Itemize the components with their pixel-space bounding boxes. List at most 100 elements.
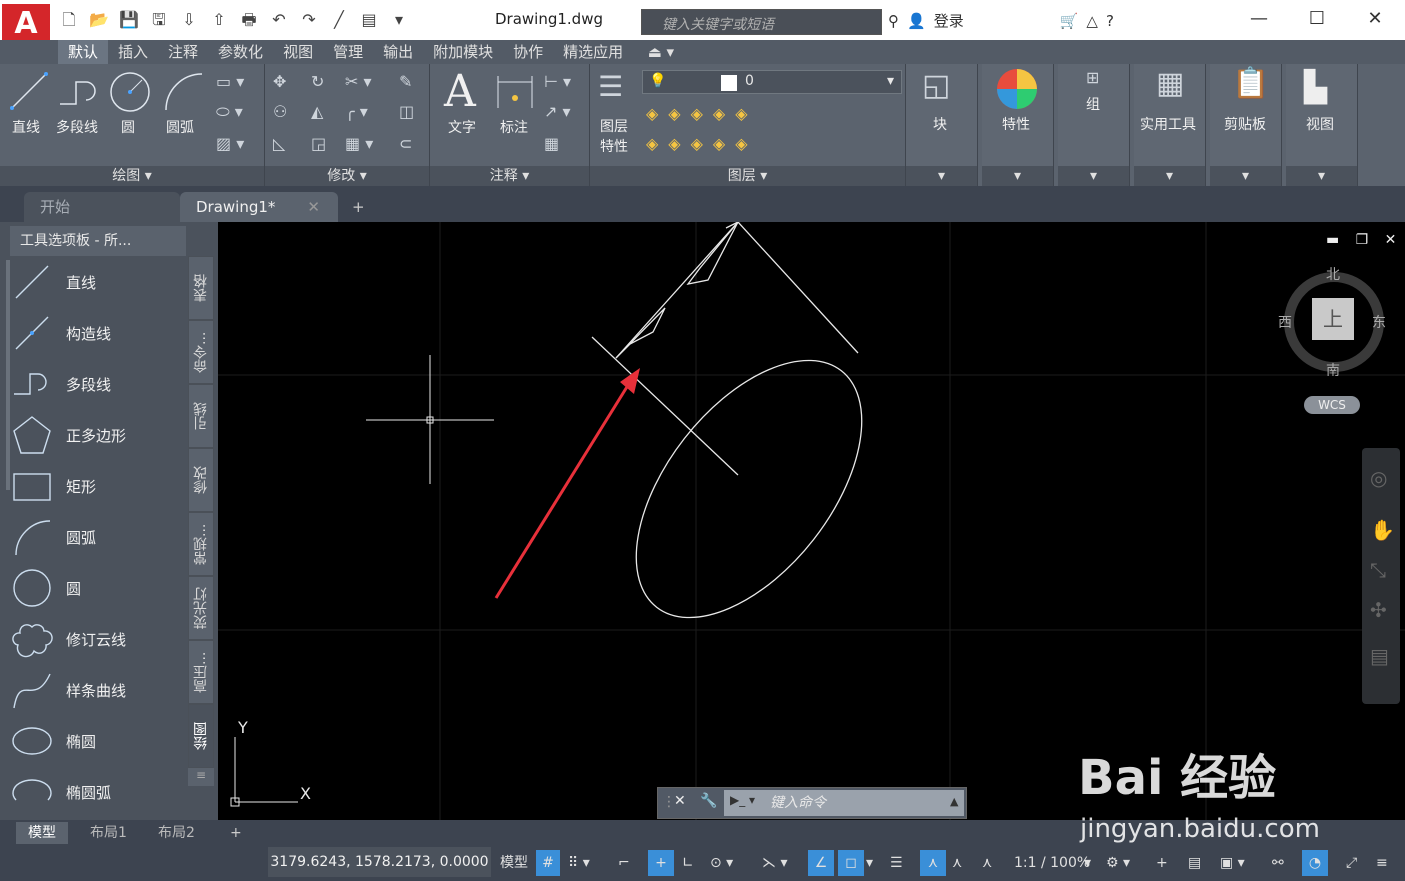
palette-tab-command[interactable]: 命令... xyxy=(188,320,214,384)
add-layout-button[interactable]: + xyxy=(218,822,254,844)
steering-wheel-icon[interactable]: ◎ xyxy=(1370,466,1387,490)
binoculars-icon[interactable]: ⚲ xyxy=(888,12,899,30)
text-tool-icon[interactable]: A xyxy=(444,66,476,117)
object-snap-tracking-icon[interactable]: ∠ xyxy=(808,850,834,876)
scale-icon[interactable]: ◲ xyxy=(311,134,326,153)
tab-parametric[interactable]: 参数化 xyxy=(208,40,273,64)
fillet-icon[interactable]: ╭ ▾ xyxy=(345,102,368,121)
annotation-scale-value[interactable]: 1:1 / 100% xyxy=(1014,850,1090,876)
login-link[interactable]: 登录 xyxy=(934,10,964,31)
save-as-icon[interactable]: 🖫 xyxy=(148,10,170,30)
palette-item-circle[interactable]: 圆 xyxy=(10,566,188,610)
arc-tool-label[interactable]: 圆弧 xyxy=(166,117,194,137)
palette-tab-draw[interactable]: 绘图 xyxy=(188,704,214,768)
polar-icon[interactable]: ⊙ ▾ xyxy=(710,850,733,876)
redo-icon[interactable]: ↷ xyxy=(298,10,320,30)
viewcube-south[interactable]: 南 xyxy=(1326,360,1340,380)
tab-start[interactable]: 开始 xyxy=(24,192,180,222)
offset-icon[interactable]: ⊂ xyxy=(399,134,412,153)
layer-dropdown[interactable]: 💡 0 ▾ xyxy=(642,70,902,94)
polyline-tool-label[interactable]: 多段线 xyxy=(56,117,98,137)
wrench-icon[interactable]: 🔧 xyxy=(700,793,717,809)
annotation-panel-footer[interactable]: 注释 ▾ xyxy=(430,166,589,186)
clipboard-panel[interactable]: 📋 剪贴板 ▾ xyxy=(1210,64,1282,186)
new-icon[interactable]: 🗋 xyxy=(58,10,80,30)
viewcube-top-face[interactable]: 上 xyxy=(1312,298,1354,340)
properties-panel[interactable]: 特性 ▾ xyxy=(982,64,1054,186)
quick-properties-icon[interactable]: ▤ xyxy=(1188,850,1201,876)
tab-model[interactable]: 模型 xyxy=(16,822,68,844)
hardware-acceleration-icon[interactable]: ▣ ▾ xyxy=(1220,850,1245,876)
palette-tab-general[interactable]: 常规... xyxy=(188,512,214,576)
trim-icon[interactable]: ✂ ▾ xyxy=(345,72,372,91)
viewcube-west[interactable]: 西 xyxy=(1278,312,1292,332)
dimension-tool-label[interactable]: 标注 xyxy=(500,117,528,137)
layers-panel-footer[interactable]: 图层 ▾ xyxy=(590,166,905,186)
draw-panel-footer[interactable]: 绘图 ▾ xyxy=(0,166,264,186)
autodesk-a360-icon[interactable]: △ xyxy=(1086,12,1098,30)
object-snap-icon[interactable]: ◻ xyxy=(838,850,864,876)
ribbon-toggle-icon[interactable]: ⏏ ▾ xyxy=(638,40,684,64)
layer-properties-label-1[interactable]: 图层 xyxy=(600,116,628,136)
layer-properties-label-2[interactable]: 特性 xyxy=(600,136,628,156)
palette-item-construction-line[interactable]: 构造线 xyxy=(10,311,188,355)
isolate-objects-icon[interactable]: ⚯ xyxy=(1272,850,1284,876)
model-space-drawing[interactable] xyxy=(218,222,1405,820)
circle-tool-label[interactable]: 圆 xyxy=(121,117,135,137)
block-panel[interactable]: ◱ 块 ▾ xyxy=(906,64,978,186)
open-icon[interactable]: 📂 xyxy=(88,10,110,30)
palette-item-spline[interactable]: 样条曲线 xyxy=(10,668,188,712)
linear-dim-icon[interactable]: ⊢ ▾ xyxy=(544,72,571,91)
model-space-button[interactable]: 模型 xyxy=(500,850,528,876)
table-icon[interactable]: ▦ xyxy=(544,134,559,153)
annotation-visibility-icon[interactable]: ⋏ xyxy=(920,850,946,876)
utilities-panel[interactable]: ▦ 实用工具 ▾ xyxy=(1134,64,1206,186)
erase-icon[interactable]: ✎ xyxy=(399,72,412,91)
coordinates-readout[interactable]: 3179.6243, 1578.2173, 0.0000 xyxy=(268,847,491,877)
chevron-down-icon[interactable]: ▾ xyxy=(982,166,1053,186)
copy-icon[interactable]: ⚇ xyxy=(273,102,287,121)
tab-annotate[interactable]: 注释 xyxy=(158,40,208,64)
help-icon[interactable]: ? xyxy=(1106,12,1114,30)
close-icon[interactable]: ✕ xyxy=(307,192,320,222)
chevron-down-icon[interactable]: ▾ xyxy=(1134,166,1205,186)
tab-collaborate[interactable]: 协作 xyxy=(503,40,553,64)
ortho-icon[interactable]: ∟ xyxy=(682,850,694,876)
ellipse-icon[interactable]: ⬭ ▾ xyxy=(216,102,243,122)
fullscreen-icon[interactable]: ⤢ xyxy=(1346,850,1357,876)
rectangle-icon[interactable]: ▭ ▾ xyxy=(216,72,244,91)
annotation-scale-icon[interactable]: ⋏ xyxy=(982,850,992,876)
palette-item-arc[interactable]: 圆弧 xyxy=(10,515,188,559)
drawing-canvas[interactable]: Y X ▬ ❐ ✕ 上 北 南 东 西 WCS ◎ ✋ ⤡ ✣ ▤ xyxy=(218,222,1405,820)
wcs-menu[interactable]: WCS xyxy=(1304,396,1360,414)
arc-tool-icon[interactable] xyxy=(162,70,206,114)
pan-icon[interactable]: ✋ xyxy=(1370,518,1395,542)
layer-properties-icon[interactable]: ☰ xyxy=(598,70,623,103)
palette-item-ellipse[interactable]: 椭圆 xyxy=(10,719,188,763)
palette-item-revcloud[interactable]: 修订云线 xyxy=(10,617,188,661)
palette-tab-leader[interactable]: 引线 xyxy=(188,384,214,448)
orbit-icon[interactable]: ✣ xyxy=(1370,598,1387,622)
chevron-up-icon[interactable]: ▲ xyxy=(950,795,958,808)
clean-screen-icon[interactable]: ◔ xyxy=(1302,850,1328,876)
plus-icon[interactable]: + xyxy=(1156,850,1168,876)
maximize-icon[interactable]: ☐ xyxy=(1288,4,1346,34)
polyline-tool-icon[interactable] xyxy=(58,72,100,112)
viewport-controls[interactable]: ▬ ❐ ✕ xyxy=(1326,232,1402,248)
grid-icon[interactable]: # xyxy=(536,850,560,876)
chevron-down-icon[interactable]: ▾ xyxy=(1084,850,1091,876)
import-icon[interactable]: ⇩ xyxy=(178,10,200,30)
snap-icon[interactable]: ⠿ ▾ xyxy=(568,850,590,876)
dimension-tool-icon[interactable] xyxy=(494,72,536,112)
app-logo-button[interactable]: A xyxy=(2,4,50,44)
save-icon[interactable]: 💾 xyxy=(118,10,140,30)
chevron-down-icon[interactable]: ▾ xyxy=(1210,166,1281,186)
close-icon[interactable]: ✕ xyxy=(674,793,686,809)
viewcube-north[interactable]: 北 xyxy=(1326,264,1340,284)
move-icon[interactable]: ✥ xyxy=(273,72,286,91)
array-icon[interactable]: ▦ ▾ xyxy=(345,134,373,153)
view-panel[interactable]: ▙ 视图 ▾ xyxy=(1286,64,1358,186)
auto-scale-icon[interactable]: ⋏ xyxy=(952,850,962,876)
chevron-down-icon[interactable]: ▾ xyxy=(866,850,873,876)
tab-addins[interactable]: 附加模块 xyxy=(423,40,503,64)
